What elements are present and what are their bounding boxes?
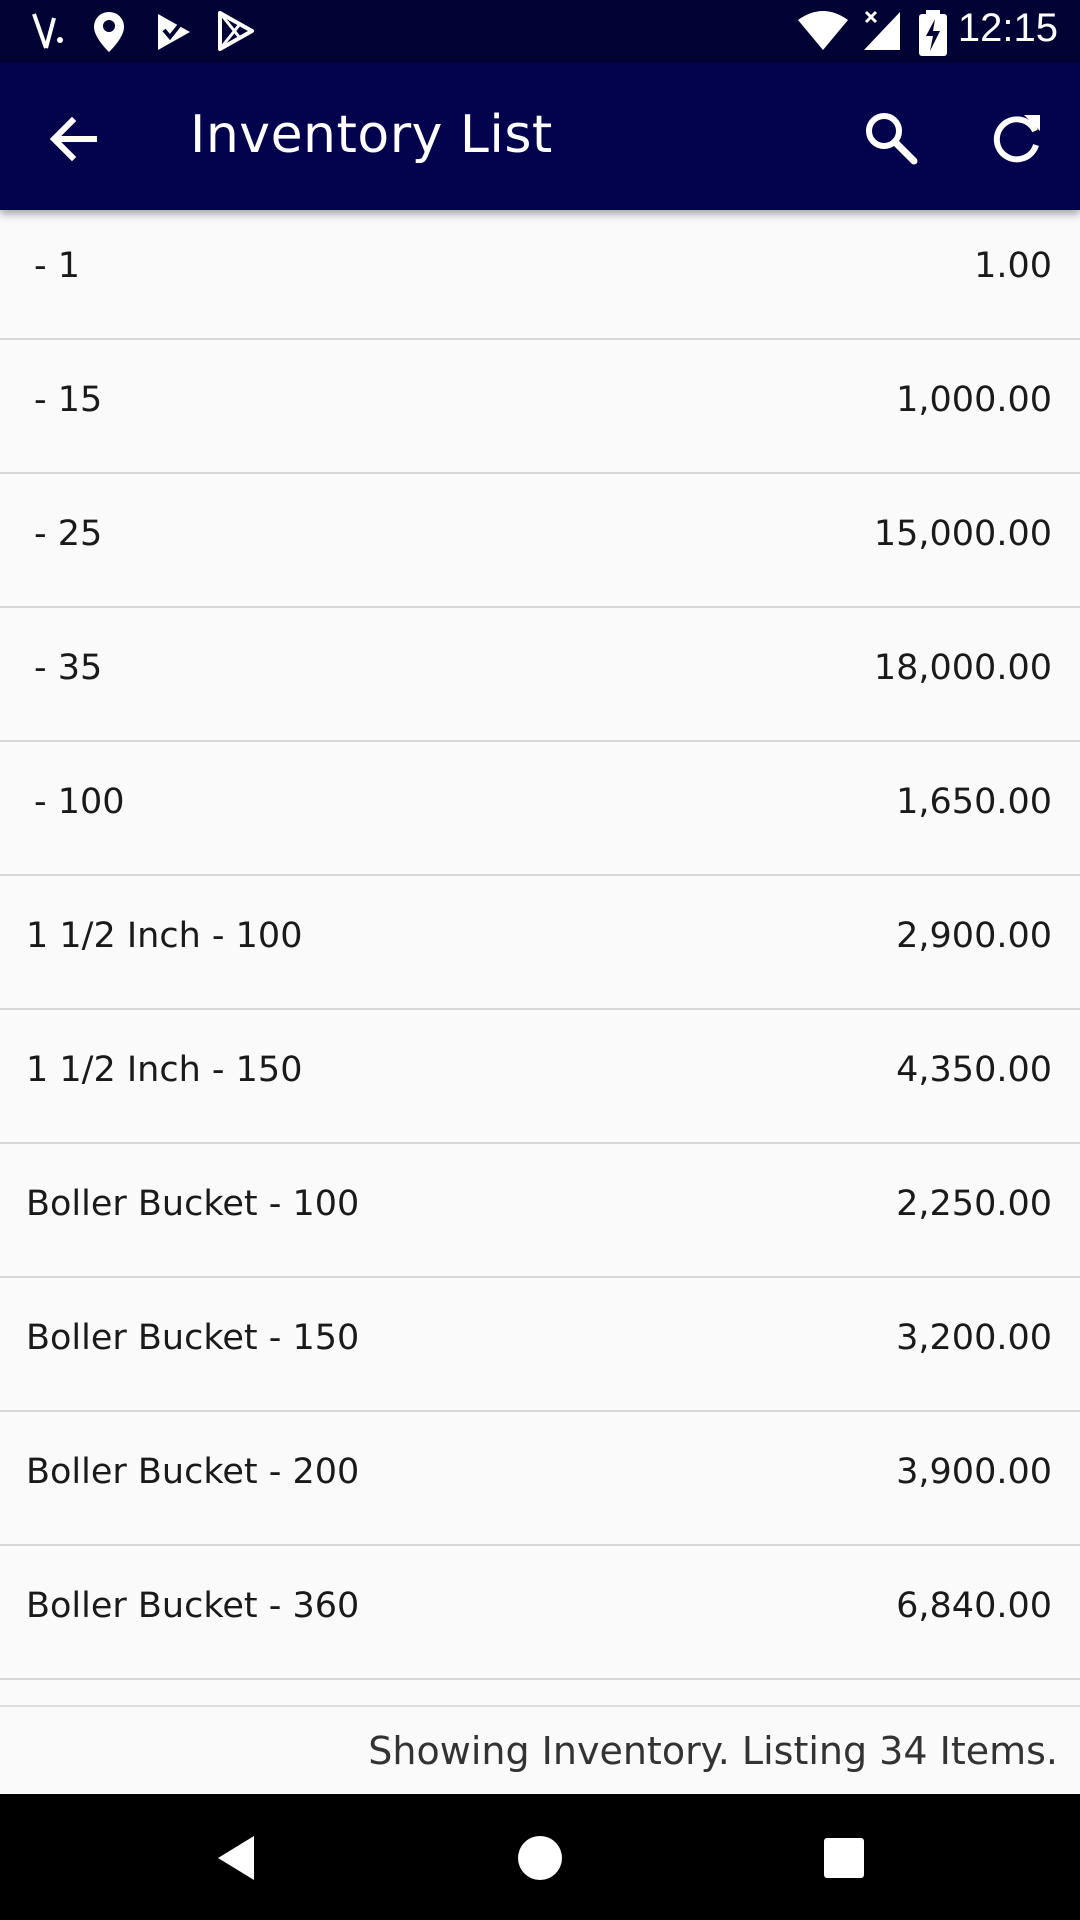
signal-app-icon xyxy=(32,13,63,49)
item-name: 1 1/2 Inch - 150 xyxy=(26,1050,303,1090)
item-name: Boller Bucket - 150 xyxy=(26,1318,360,1358)
item-amount: 1.00 xyxy=(974,246,1052,286)
item-name: - 35 xyxy=(34,648,103,688)
wifi-icon xyxy=(798,11,848,50)
list-item[interactable]: Boller Bucket - 150 3,200.00 xyxy=(0,1278,1080,1412)
item-name: - 100 xyxy=(34,782,125,822)
page-title: Inventory List xyxy=(190,105,553,165)
item-amount: 4,350.00 xyxy=(896,1050,1052,1090)
list-item[interactable]: Boller Bucket - 100 2,250.00 xyxy=(0,1144,1080,1278)
status-bar: 12:15 xyxy=(0,0,1080,63)
list-item[interactable]: Boller Bucket - 200 3,900.00 xyxy=(0,1412,1080,1546)
location-icon xyxy=(94,12,124,52)
list-item[interactable]: - 100 1,650.00 xyxy=(0,742,1080,876)
list-item[interactable]: 1 1/2 Inch - 100 2,900.00 xyxy=(0,876,1080,1010)
item-name: Boller Bucket - 100 xyxy=(26,1184,360,1224)
footer-status-bar: Showing Inventory. Listing 34 Items. xyxy=(0,1705,1080,1794)
listing-status-text: Showing Inventory. Listing 34 Items. xyxy=(368,1729,1058,1773)
item-amount: 1,650.00 xyxy=(896,782,1052,822)
item-name: - 15 xyxy=(34,380,103,420)
screen: 12:15 Inventory List - 1 1.00 - 15 1,000… xyxy=(0,0,1080,1920)
list-item[interactable]: Boller Bucket - 360 6,840.00 xyxy=(0,1546,1080,1680)
navigation-bar xyxy=(0,1794,1080,1920)
item-name: Boller Bucket - 200 xyxy=(26,1452,360,1492)
inventory-list[interactable]: - 1 1.00 - 15 1,000.00 - 25 15,000.00 - … xyxy=(0,206,1080,1706)
item-name: - 1 xyxy=(34,246,81,286)
status-time: 12:15 xyxy=(957,6,1058,50)
home-circle-icon[interactable] xyxy=(510,1828,570,1888)
refresh-icon[interactable] xyxy=(988,109,1046,167)
item-amount: 18,000.00 xyxy=(873,648,1052,688)
list-item[interactable]: - 35 18,000.00 xyxy=(0,608,1080,742)
list-item[interactable]: 1 1/2 Inch - 150 4,350.00 xyxy=(0,1010,1080,1144)
arrow-back-icon[interactable] xyxy=(46,111,102,167)
list-item[interactable]: - 15 1,000.00 xyxy=(0,340,1080,474)
item-name: 1 1/2 Inch - 100 xyxy=(26,916,303,956)
item-amount: 15,000.00 xyxy=(873,514,1052,554)
item-amount: 3,200.00 xyxy=(896,1318,1052,1358)
cell-signal-icon xyxy=(864,10,900,50)
item-amount: 6,840.00 xyxy=(896,1586,1052,1626)
item-amount: 2,900.00 xyxy=(896,916,1052,956)
back-triangle-icon[interactable] xyxy=(208,1828,268,1888)
recents-square-icon[interactable] xyxy=(814,1828,874,1888)
item-amount: 2,250.00 xyxy=(896,1184,1052,1224)
list-item[interactable]: - 1 1.00 xyxy=(0,206,1080,340)
list-item[interactable]: - 25 15,000.00 xyxy=(0,474,1080,608)
item-name: Boller Bucket - 360 xyxy=(26,1586,360,1626)
item-name: - 25 xyxy=(34,514,103,554)
battery-charging-icon xyxy=(919,10,947,56)
item-amount: 1,000.00 xyxy=(896,380,1052,420)
app-bar: Inventory List xyxy=(0,63,1080,210)
check-flag-icon xyxy=(158,14,190,50)
search-icon[interactable] xyxy=(862,109,920,167)
item-amount: 3,900.00 xyxy=(896,1452,1052,1492)
play-store-icon xyxy=(218,11,254,51)
